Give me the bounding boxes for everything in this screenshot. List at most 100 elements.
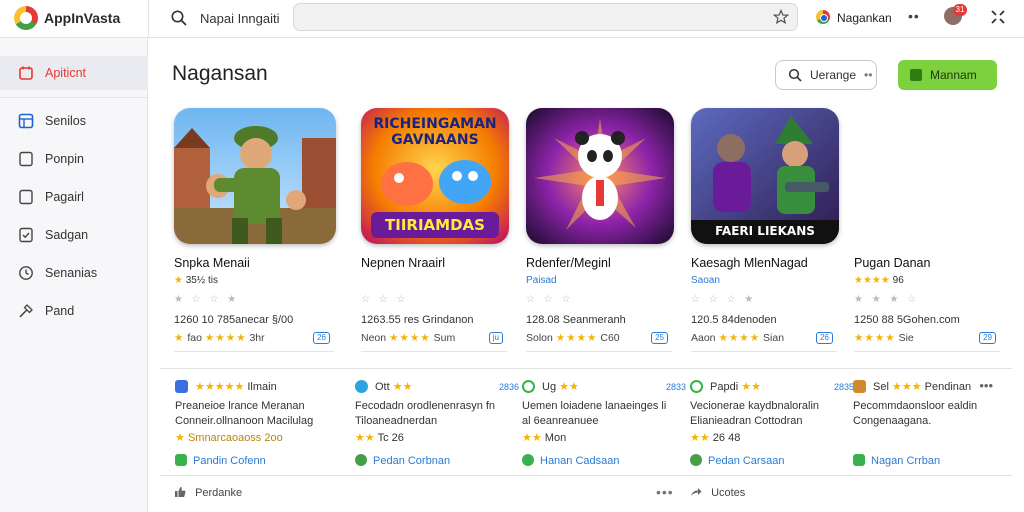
gavel-icon: [19, 304, 33, 318]
app-card[interactable]: RICHEINGAMAN GAVNAANS TIIRIAMDAS Nepnen …: [357, 104, 522, 352]
soldier-game-art-icon: [174, 108, 336, 244]
app-artwork[interactable]: [526, 108, 674, 244]
review-meta: 26 48: [712, 432, 741, 444]
sidebar-item-senilos[interactable]: Senilos: [0, 104, 148, 138]
app-name[interactable]: Snpka Menaii: [174, 256, 250, 270]
app-small-icon: [690, 380, 703, 393]
app-sub-stars: ★★★★: [854, 275, 890, 286]
footer-label: Hanan Cadsaan: [540, 455, 620, 467]
app-sub-stars: ★: [174, 275, 183, 286]
sidebar-item-pagairl[interactable]: Pagairl: [0, 180, 148, 214]
review-title: Sel: [873, 381, 889, 393]
review-meta: Mon: [544, 432, 567, 444]
square-icon: [19, 189, 33, 205]
app-name[interactable]: Kaesagh MlenNagad: [691, 256, 808, 270]
app-card[interactable]: Snpka Menaii ★ 35½ tis ★ ☆ ☆ ★ 1260 10 7…: [170, 104, 336, 352]
review-line: al 6eanreanuee: [522, 415, 599, 427]
footer-icon: [853, 454, 865, 466]
button-square-icon: [910, 69, 922, 81]
star-placeholders: ☆ ☆ ☆: [526, 294, 574, 305]
app-name[interactable]: Nepnen Nraairl: [361, 256, 445, 270]
bookmark-star-icon[interactable]: [773, 9, 789, 25]
review-line: Tiloaneadnerdan: [355, 415, 438, 427]
app-name[interactable]: Pugan Danan: [854, 256, 930, 270]
star-placeholders: ★ ★ ★ ☆: [854, 294, 920, 305]
primary-action-button[interactable]: Mannam: [898, 60, 997, 90]
account-label[interactable]: Nagankan: [837, 11, 892, 25]
review-title: Ilmain: [247, 381, 277, 393]
more-options-icon[interactable]: ••: [908, 8, 920, 24]
rating-stars: ★★★★: [555, 332, 598, 344]
app-rating: ★★★★ Sie 29: [854, 332, 1000, 352]
review-card[interactable]: Ott ★★ 2836 Fecodadn orodlenenrasyn fn T…: [355, 378, 519, 468]
review-stars: ★★★: [891, 381, 922, 393]
review-footer-link[interactable]: Pedan Corbnan: [355, 454, 450, 467]
review-stars: ★★: [741, 381, 761, 393]
primary-action-label: Mannam: [930, 68, 977, 82]
square-icon: [19, 151, 33, 167]
grid-icon: [18, 113, 34, 129]
search-box[interactable]: [293, 3, 798, 31]
footer-icon: [522, 454, 534, 466]
footer-icon: [355, 454, 367, 466]
app-card[interactable]: Rdenfer/Meginl Paisad ☆ ☆ ☆ 128.08 Seanm…: [522, 104, 687, 352]
more-options-icon[interactable]: •••: [656, 484, 674, 500]
app-artwork[interactable]: RICHEINGAMAN GAVNAANS TIIRIAMDAS: [361, 108, 509, 244]
review-line: Conneir.ollnanoon Macilulag: [175, 415, 314, 427]
app-rating: Neon ★★★★ Sum ju: [361, 332, 507, 352]
sidebar-item-apiticnt[interactable]: Apiticnt: [0, 56, 148, 90]
fullscreen-icon[interactable]: [990, 9, 1006, 25]
review-card[interactable]: ★★★★★ Ilmain Preaneioe lrance Meranan Co…: [175, 378, 335, 468]
footer-icon: [690, 454, 702, 466]
sidebar-item-senanias[interactable]: Senanias: [0, 256, 148, 290]
review-line: ★★ 26 48: [690, 431, 740, 444]
sidebar-item-sadgan[interactable]: Sadgan: [0, 218, 148, 252]
sidebar-item-label: Sadgan: [45, 228, 89, 242]
review-line: Preaneioe lrance Meranan: [175, 400, 305, 412]
review-title: Ott: [375, 381, 390, 393]
review-line: Fecodadn orodlenenrasyn fn: [355, 400, 496, 412]
rating-stars: ★: [174, 332, 185, 344]
rating-value: 3hr: [249, 332, 265, 344]
review-footer-link[interactable]: Hanan Cadsaan: [522, 454, 620, 467]
review-count: 2835: [833, 382, 854, 392]
app-logo-icon[interactable]: [14, 6, 38, 30]
app-name[interactable]: Rdenfer/Meginl: [526, 256, 611, 270]
brand-name: AppInVasta: [44, 10, 121, 26]
browser-icon[interactable]: [816, 10, 830, 24]
review-footer-link[interactable]: Pedan Carsaan: [690, 454, 784, 467]
bottom-link-left[interactable]: Perdanke: [174, 486, 242, 499]
app-info: 1250 88 5Gohen.com: [854, 314, 960, 326]
search-icon[interactable]: [170, 9, 188, 27]
star-placeholders: ★ ☆ ☆ ★: [174, 294, 240, 305]
app-artwork[interactable]: [174, 108, 336, 244]
bottom-link-right[interactable]: Ucotes: [690, 486, 745, 499]
app-tag: 25: [651, 332, 668, 344]
star-placeholders: ☆ ☆ ☆: [361, 294, 409, 305]
review-head: Papdi ★★: [710, 380, 761, 393]
section-divider: [160, 368, 1012, 369]
sidebar-item-label: Pand: [45, 304, 75, 318]
review-card[interactable]: Papdi ★★ 2835 Vecionerae kaydbnaloralin …: [690, 378, 854, 468]
more-options-icon[interactable]: •••: [979, 378, 993, 393]
app-subtitle: ★ 35½ tis: [174, 275, 218, 286]
section-divider: [160, 475, 1012, 476]
review-card[interactable]: Sel ★★★ Pendinan ••• Pecommdaonsloor eal…: [853, 378, 993, 468]
app-sub-text: 35½ tis: [185, 275, 218, 286]
search-label: Napai Inngaiti: [200, 11, 280, 26]
upgrade-button[interactable]: Uerange ••: [775, 60, 877, 90]
app-rating: ★ fao ★★★★ 3hr 26: [174, 332, 334, 352]
review-footer-link[interactable]: Pandin Cofenn: [175, 454, 266, 467]
sidebar-item-ponpin[interactable]: Ponpin: [0, 142, 148, 176]
sidebar-item-label: Senanias: [45, 266, 98, 280]
sidebar-item-pand[interactable]: Pand: [0, 294, 148, 328]
app-info: 1260 10 785anecar §/00: [174, 314, 294, 326]
review-footer-link[interactable]: Nagan Crrban: [853, 454, 940, 467]
review-card[interactable]: Ug ★★ 2833 Uemen loiadene lanaeinges li …: [522, 378, 686, 468]
app-card[interactable]: Pugan Danan ★★★★ 96 ★ ★ ★ ☆ 1250 88 5Goh…: [850, 104, 1015, 352]
app-card[interactable]: FAERI LIEKANS Kaesagh MlenNagad Saoan ☆ …: [687, 104, 852, 352]
app-artwork[interactable]: FAERI LIEKANS: [691, 108, 839, 244]
search-input[interactable]: [294, 4, 754, 30]
review-stars: ★★: [522, 432, 542, 444]
review-count: Pendinan: [924, 381, 972, 393]
